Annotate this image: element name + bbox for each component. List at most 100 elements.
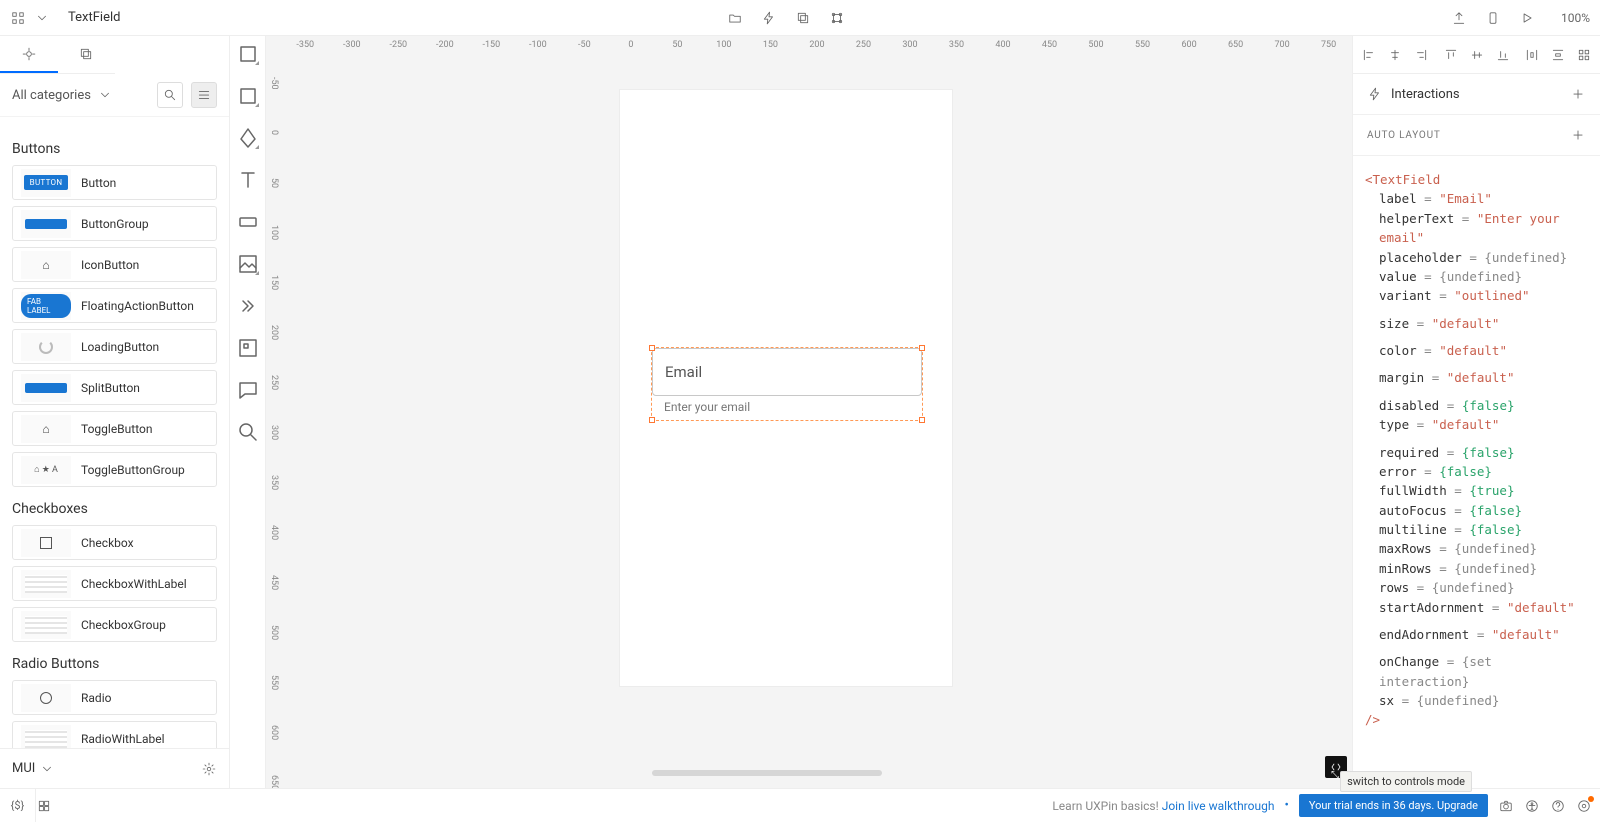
chevron-down-icon[interactable]: [34, 10, 50, 26]
resize-handle[interactable]: [649, 345, 655, 351]
ruler-tick: 750: [1305, 36, 1352, 50]
component-item[interactable]: CheckboxWithLabel: [12, 566, 217, 601]
textfield-helper: Enter your email: [652, 396, 922, 414]
component-thumb: FAB LABEL: [21, 294, 71, 318]
learn-text: Learn UXPin basics! Join live walkthroug…: [1052, 799, 1274, 813]
ruler-tick: 400: [980, 36, 1027, 50]
tool-image[interactable]: [236, 252, 260, 276]
status-bar: Learn UXPin basics! Join live walkthroug…: [0, 788, 1600, 822]
autolayout-section[interactable]: AUTO LAYOUT: [1353, 115, 1600, 156]
components-icon: [21, 46, 37, 62]
components-list[interactable]: ButtonsBUTTONButtonButtonGroup⌂IconButto…: [0, 117, 229, 748]
align-center-h-icon[interactable]: [1387, 47, 1403, 63]
category-dropdown[interactable]: All categories: [12, 87, 149, 103]
component-item[interactable]: ⌂ ToggleButton: [12, 411, 217, 446]
ruler-tick: 0: [608, 36, 655, 50]
tab-layers[interactable]: [58, 36, 116, 73]
ruler-tick: 200: [266, 308, 279, 358]
upload-icon[interactable]: [1451, 10, 1467, 26]
tool-hotspot[interactable]: [236, 294, 260, 318]
list-icon: [196, 87, 212, 103]
ruler-tick: 500: [1073, 36, 1120, 50]
list-view-button[interactable]: [191, 82, 217, 108]
distribute-h-icon[interactable]: [1524, 47, 1540, 63]
library-select[interactable]: MUI: [12, 761, 35, 776]
resize-handle[interactable]: [919, 417, 925, 423]
copy-icon[interactable]: [795, 10, 811, 26]
search-button[interactable]: [157, 82, 183, 108]
device-icon[interactable]: [1485, 10, 1501, 26]
ruler-tick: 100: [266, 208, 279, 258]
tool-search[interactable]: [236, 420, 260, 444]
grid-toggle-icon[interactable]: [36, 798, 52, 814]
align-left-icon[interactable]: [1361, 47, 1377, 63]
bolt-icon[interactable]: [761, 10, 777, 26]
selected-element[interactable]: Email Enter your email: [652, 348, 922, 420]
ruler-tick: 500: [266, 608, 279, 658]
tool-pen[interactable]: [236, 126, 260, 150]
resize-handle[interactable]: [649, 417, 655, 423]
tool-rectangle[interactable]: [236, 84, 260, 108]
ruler-tick: 150: [747, 36, 794, 50]
tool-container[interactable]: [236, 336, 260, 360]
component-label: LoadingButton: [81, 340, 159, 354]
plus-icon[interactable]: [1570, 86, 1586, 102]
component-label: Checkbox: [81, 536, 134, 550]
resize-handle[interactable]: [919, 345, 925, 351]
component-thumb: [39, 340, 53, 354]
component-item[interactable]: ButtonGroup: [12, 206, 217, 241]
accessibility-icon[interactable]: [1524, 798, 1540, 814]
component-item[interactable]: FAB LABELFloatingActionButton: [12, 288, 217, 323]
align-right-icon[interactable]: [1413, 47, 1429, 63]
component-item[interactable]: CheckboxGroup: [12, 607, 217, 642]
component-label: ToggleButton: [81, 422, 152, 436]
component-item[interactable]: BUTTONButton: [12, 165, 217, 200]
component-thumb: [25, 383, 67, 393]
canvas[interactable]: -350-300-250-200-150-100-500501001502002…: [266, 36, 1352, 788]
walkthrough-link[interactable]: Join live walkthrough: [1162, 799, 1275, 813]
help-icon[interactable]: [1550, 798, 1566, 814]
code-mode-toggle[interactable]: {$}: [0, 788, 36, 822]
component-item[interactable]: LoadingButton: [12, 329, 217, 364]
ruler-tick: 650: [1212, 36, 1259, 50]
component-item[interactable]: ⌂ ★ AToggleButtonGroup: [12, 452, 217, 487]
tool-comment[interactable]: [236, 378, 260, 402]
category-label: All categories: [12, 88, 91, 103]
component-item[interactable]: Checkbox: [12, 525, 217, 560]
autolayout-label: AUTO LAYOUT: [1367, 130, 1441, 141]
component-item[interactable]: ⌂IconButton: [12, 247, 217, 282]
tidy-icon[interactable]: [1576, 47, 1592, 63]
tool-select[interactable]: [236, 42, 260, 66]
ruler-tick: 700: [1259, 36, 1306, 50]
folder-icon[interactable]: [727, 10, 743, 26]
align-top-icon[interactable]: [1443, 47, 1459, 63]
gear-icon[interactable]: [201, 761, 217, 777]
tool-button[interactable]: [236, 210, 260, 234]
component-thumb: BUTTON: [24, 175, 69, 190]
trial-banner[interactable]: Your trial ends in 36 days. Upgrade: [1299, 794, 1488, 817]
component-thumb: ⌂: [42, 422, 49, 436]
component-thumb: ⌂ ★ A: [34, 464, 58, 475]
notifications-icon[interactable]: [1576, 798, 1592, 814]
share-icon[interactable]: [829, 10, 845, 26]
tool-text[interactable]: [236, 168, 260, 192]
component-item[interactable]: Radio: [12, 680, 217, 715]
code-props[interactable]: <TextFieldlabel = "Email"helperText = "E…: [1353, 156, 1600, 788]
tab-components[interactable]: [0, 36, 58, 73]
play-icon[interactable]: [1519, 10, 1535, 26]
app-topbar: TextField 100%: [0, 0, 1600, 36]
ruler-tick: -250: [375, 36, 422, 50]
component-item[interactable]: SplitButton: [12, 370, 217, 405]
align-bottom-icon[interactable]: [1495, 47, 1511, 63]
plus-icon[interactable]: [1570, 127, 1586, 143]
align-center-v-icon[interactable]: [1469, 47, 1485, 63]
zoom-level[interactable]: 100%: [1561, 11, 1590, 25]
component-item[interactable]: RadioWithLabel: [12, 721, 217, 748]
interactions-section[interactable]: Interactions: [1353, 74, 1600, 115]
camera-icon[interactable]: [1498, 798, 1514, 814]
ruler-tick: -150: [468, 36, 515, 50]
app-menu-icon[interactable]: [10, 10, 26, 26]
ruler-tick: 450: [266, 558, 279, 608]
horizontal-scrollbar[interactable]: [652, 770, 882, 776]
distribute-v-icon[interactable]: [1550, 47, 1566, 63]
